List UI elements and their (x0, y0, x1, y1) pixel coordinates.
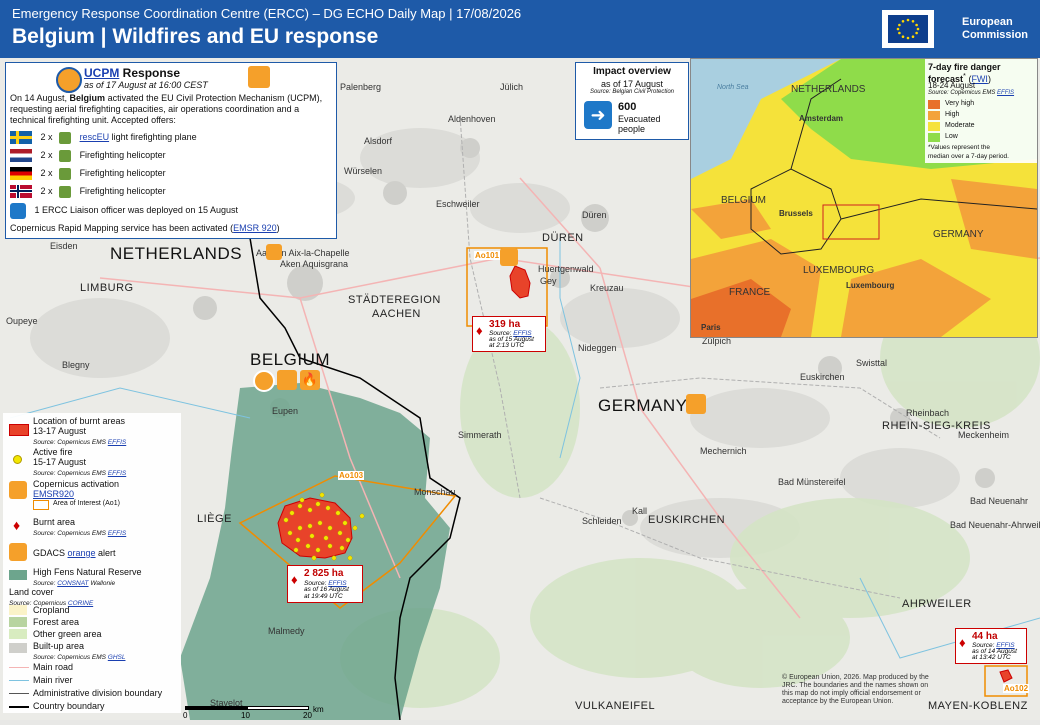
netherlands-flag-icon (10, 149, 32, 162)
label-vulkaneifel: VULKANEIFEL (575, 700, 656, 712)
burnt-area-icon: ♦ (959, 635, 966, 650)
copernicus-activation-icon-aachen (266, 244, 282, 260)
ucpm-body: On 14 August, Belgium activated the EU C… (10, 93, 323, 125)
burnt-area-legend-icon: ♦ (13, 517, 21, 533)
fwi-legend: 7-day fire danger forecast* (FWI) 18-24 … (925, 59, 1037, 163)
plane-icon (59, 131, 72, 144)
aoi-label-103: Ao103 (338, 471, 365, 480)
ucpm-icon (253, 370, 275, 392)
gdacs-fire-icon: 🔥 (300, 370, 320, 390)
header-bar: Emergency Response Coordination Centre (… (0, 0, 1040, 58)
label-limburg: LIMBURG (80, 282, 134, 294)
cropland-swatch (9, 605, 27, 615)
copernicus-activation-icon-germany (686, 394, 706, 414)
label-staedteregion: STÄDTEREGION (348, 294, 441, 306)
helicopter-icon (59, 149, 72, 162)
evacuation-icon: ➜ (584, 101, 612, 129)
label-aachen: AACHEN (372, 308, 421, 320)
ucpm-logo-icon (56, 67, 82, 93)
european-commission-logo: European Commission (882, 10, 1030, 50)
label-ahrweiler: AHRWEILER (902, 598, 972, 610)
fwi-inset-map: North Sea NETHERLANDS Amsterdam BELGIUM … (690, 58, 1038, 338)
river-swatch (9, 680, 29, 681)
liaison-row: 1 ERCC Liaison officer was deployed on 1… (10, 203, 238, 219)
label-dueren: DÜREN (542, 232, 584, 244)
offer-row-norway: 2 x Firefighting helicopter (10, 185, 166, 199)
copernicus-activation-icon (277, 370, 297, 390)
label-germany: GERMANY (598, 396, 688, 415)
impact-overview-panel: Impact overview as of 17 August Source: … (575, 62, 689, 140)
country-boundary-swatch (9, 706, 29, 708)
germany-flag-icon (10, 167, 32, 180)
sweden-flag-icon (10, 131, 32, 144)
burnt-area-icon: ♦ (476, 323, 483, 338)
aoi-label-101: Ao101 (474, 251, 501, 260)
other-green-swatch (9, 629, 27, 639)
label-liege: LIÈGE (197, 513, 232, 525)
burnt-callout-319: ♦ 319 ha Source: EFFIS as of 15 August a… (472, 316, 546, 352)
copernicus-row: Copernicus Rapid Mapping service has bee… (10, 223, 280, 233)
road-swatch (9, 667, 29, 668)
map-legend: Location of burnt areas 13-17 August Sourc… (3, 413, 181, 713)
burnt-location-swatch (9, 424, 29, 436)
emsr920-link[interactable]: EMSR 920 (233, 223, 277, 233)
ucpm-link[interactable]: UCPM (84, 66, 119, 80)
burnt-callout-44: ♦ 44 ha Source: EFFIS as of 14 August at… (955, 628, 1027, 664)
resceu-link[interactable]: rescEU (80, 132, 110, 142)
label-netherlands: NETHERLANDS (110, 244, 243, 263)
aoi-label-102: Ao102 (1003, 684, 1030, 693)
map-title: Belgium | Wildfires and EU response (12, 25, 379, 48)
copernicus-activation-legend-icon (9, 481, 27, 499)
burnt-callout-2825: ♦ 2 825 ha Source: EFFIS as of 16 August… (287, 565, 363, 603)
burnt-area-icon: ♦ (291, 572, 298, 587)
emsr920-legend-link[interactable]: EMSR920 (33, 489, 74, 499)
liaison-officer-icon (10, 203, 26, 219)
offer-row-netherlands: 2 x Firefighting helicopter (10, 149, 166, 163)
helicopter-icon (59, 167, 72, 180)
copernicus-activation-icon-dueren (500, 248, 518, 266)
admin-boundary-swatch (9, 693, 29, 694)
label-belgium: BELGIUM (250, 350, 331, 369)
copyright-note: © European Union, 2026. Map produced by … (782, 674, 929, 705)
helicopter-icon (59, 185, 72, 198)
aoi-swatch (33, 500, 49, 510)
active-fire-swatch (13, 455, 22, 464)
forest-swatch (9, 617, 27, 627)
norway-flag-icon (10, 185, 32, 198)
offer-row-sweden: 2 x rescEU light firefighting plane (10, 131, 197, 145)
gdacs-fire-legend-icon (9, 543, 27, 561)
offer-row-germany: 2 x Firefighting helicopter (10, 167, 166, 181)
ucpm-response-panel: UCPM Response as of 17 August at 16:00 C… (5, 62, 337, 239)
label-mayen-koblenz: MAYEN-KOBLENZ (928, 700, 1028, 712)
label-euskirchen: EUSKIRCHEN (648, 514, 726, 526)
map-supertitle: Emergency Response Coordination Centre (… (12, 6, 522, 21)
copernicus-activation-icon-panel (248, 66, 270, 88)
high-fens-swatch (9, 570, 27, 580)
builtup-swatch (9, 643, 27, 653)
